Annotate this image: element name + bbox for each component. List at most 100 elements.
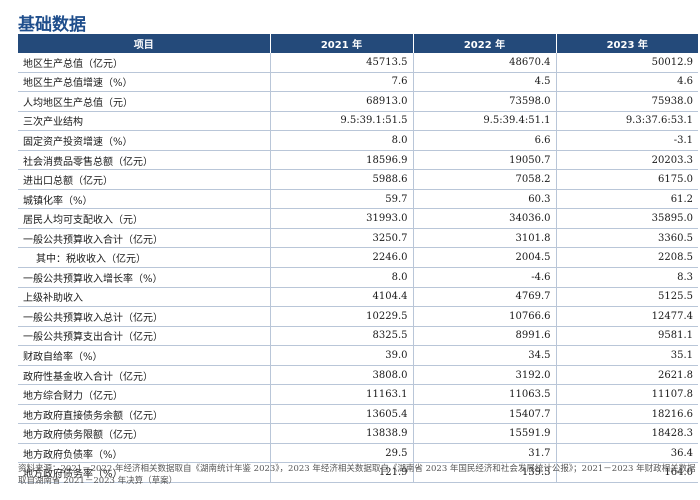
value-2022: 3192.0 (413, 365, 557, 386)
row-label: 其中：税收收入（亿元） (18, 247, 271, 269)
value-2021: 39.0 (270, 345, 414, 366)
table-row: 一般公共预算收入总计（亿元） 10229.5 10766.6 12477.4 (18, 306, 698, 327)
row-label: 进出口总额（亿元） (18, 169, 271, 190)
table-row: 三次产业结构 9.5:39.1:51.5 9.5:39.4:51.1 9.3:37.6… (18, 111, 698, 132)
table-row: 固定资产投资增速（%） 8.0 6.6 -3.1 (18, 130, 698, 151)
value-2022: 60.3 (413, 189, 557, 210)
value-2021: 13605.4 (270, 404, 414, 425)
table-row: 财政自给率（%） 39.0 34.5 35.1 (18, 345, 698, 366)
value-2021: 13838.9 (270, 423, 414, 444)
value-2022: 9.5:39.4:51.1 (413, 111, 557, 132)
row-label: 地方政府债务限额（亿元） (18, 423, 271, 444)
section-title: 基础数据 (18, 15, 86, 35)
row-label: 城镇化率（%） (18, 189, 271, 210)
value-2022: 4769.7 (413, 287, 557, 308)
value-2023: 9.3:37.6:53.1 (556, 111, 698, 132)
row-label: 固定资产投资增速（%） (18, 130, 271, 151)
value-2022: 4.5 (413, 72, 557, 93)
value-2021: 7.6 (270, 72, 414, 93)
value-2022: 7058.2 (413, 169, 557, 190)
value-2023: 2621.8 (556, 365, 698, 386)
table-row: 地方政府债务限额（亿元） 13838.9 15591.9 18428.3 (18, 423, 698, 444)
table-row: 社会消费品零售总额（亿元） 18596.9 19050.7 20203.3 (18, 150, 698, 171)
table-row: 地方综合财力（亿元） 11163.1 11063.5 11107.8 (18, 384, 698, 405)
value-2022: -4.6 (413, 267, 557, 288)
value-2023: 5125.5 (556, 287, 698, 308)
row-label: 一般公共预算收入总计（亿元） (18, 306, 271, 327)
value-2023: 4.6 (556, 72, 698, 93)
header-row: 项目 2021 年 2022 年 2023 年 (18, 34, 698, 53)
value-2022: 15591.9 (413, 423, 557, 444)
value-2023: 20203.3 (556, 150, 698, 171)
value-2021: 18596.9 (270, 150, 414, 171)
value-2021: 10229.5 (270, 306, 414, 327)
table-row: 一般公共预算支出合计（亿元） 8325.5 8991.6 9581.1 (18, 326, 698, 347)
value-2022: 34.5 (413, 345, 557, 366)
value-2023: 36.4 (556, 443, 698, 464)
table-row: 一般公共预算收入合计（亿元） 3250.7 3101.8 3360.5 (18, 228, 698, 249)
table-row: 进出口总额（亿元） 5988.6 7058.2 6175.0 (18, 169, 698, 190)
source-note: 资料来源：2021－2022 年经济相关数据取自《湖南统计年鉴 2023》，20… (18, 464, 696, 486)
table-header: 项目 2021 年 2022 年 2023 年 (18, 34, 698, 53)
row-label: 地区生产总值增速（%） (18, 72, 271, 93)
table-row: 居民人均可支配收入（元） 31993.0 34036.0 35895.0 (18, 208, 698, 229)
value-2023: 50012.9 (556, 53, 698, 73)
row-label: 上级补助收入 (18, 287, 271, 308)
value-2023: 35.1 (556, 345, 698, 366)
value-2022: 34036.0 (413, 208, 557, 229)
value-2021: 59.7 (270, 189, 414, 210)
value-2021: 8.0 (270, 267, 414, 288)
value-2023: 2208.5 (556, 247, 698, 269)
value-2022: 19050.7 (413, 150, 557, 171)
value-2022: 11063.5 (413, 384, 557, 405)
value-2022: 73598.0 (413, 91, 557, 112)
value-2023: 8.3 (556, 267, 698, 288)
value-2023: 9581.1 (556, 326, 698, 347)
row-label: 地方政府直接债务余额（亿元） (18, 404, 271, 425)
table-row: 一般公共预算收入增长率（%） 8.0 -4.6 8.3 (18, 267, 698, 288)
value-2023: 35895.0 (556, 208, 698, 229)
value-2021: 68913.0 (270, 91, 414, 112)
row-label: 地方综合财力（亿元） (18, 384, 271, 405)
value-2023: 18216.6 (556, 404, 698, 425)
value-2021: 11163.1 (270, 384, 414, 405)
value-2023: 61.2 (556, 189, 698, 210)
row-label: 居民人均可支配收入（元） (18, 208, 271, 229)
row-label: 一般公共预算支出合计（亿元） (18, 326, 271, 347)
value-2021: 31993.0 (270, 208, 414, 229)
row-label: 地方政府负债率（%） (18, 443, 271, 464)
value-2022: 48670.4 (413, 53, 557, 73)
value-2021: 2246.0 (270, 247, 414, 269)
table-row: 地区生产总值增速（%） 7.6 4.5 4.6 (18, 72, 698, 93)
header-2023: 2023 年 (556, 34, 698, 53)
value-2023: 11107.8 (556, 384, 698, 405)
header-2022: 2022 年 (413, 34, 557, 53)
value-2023: 12477.4 (556, 306, 698, 327)
row-label: 地区生产总值（亿元） (18, 53, 271, 73)
value-2021: 9.5:39.1:51.5 (270, 111, 414, 132)
value-2023: 6175.0 (556, 169, 698, 190)
value-2023: 75938.0 (556, 91, 698, 112)
row-label: 财政自给率（%） (18, 345, 271, 366)
header-item: 项目 (18, 34, 271, 53)
value-2021: 8325.5 (270, 326, 414, 347)
row-label: 人均地区生产总值（元） (18, 91, 271, 112)
table-row: 其中：税收收入（亿元） 2246.0 2004.5 2208.5 (18, 247, 698, 269)
value-2021: 3250.7 (270, 228, 414, 249)
value-2022: 31.7 (413, 443, 557, 464)
value-2021: 8.0 (270, 130, 414, 151)
row-label: 政府性基金收入合计（亿元） (18, 365, 271, 386)
value-2021: 45713.5 (270, 53, 414, 73)
value-2021: 5988.6 (270, 169, 414, 190)
table-row: 上级补助收入 4104.4 4769.7 5125.5 (18, 287, 698, 308)
table-row: 地区生产总值（亿元） 45713.5 48670.4 50012.9 (18, 53, 698, 73)
value-2022: 3101.8 (413, 228, 557, 249)
table-row: 政府性基金收入合计（亿元） 3808.0 3192.0 2621.8 (18, 365, 698, 386)
value-2022: 10766.6 (413, 306, 557, 327)
table-row: 地方政府直接债务余额（亿元） 13605.4 15407.7 18216.6 (18, 404, 698, 425)
table-body: 地区生产总值（亿元） 45713.5 48670.4 50012.9 地区生产总值增速（… (18, 53, 698, 484)
value-2023: 18428.3 (556, 423, 698, 444)
value-2021: 4104.4 (270, 287, 414, 308)
table-row: 地方政府负债率（%） 29.5 31.7 36.4 (18, 443, 698, 464)
row-label: 三次产业结构 (18, 111, 271, 132)
